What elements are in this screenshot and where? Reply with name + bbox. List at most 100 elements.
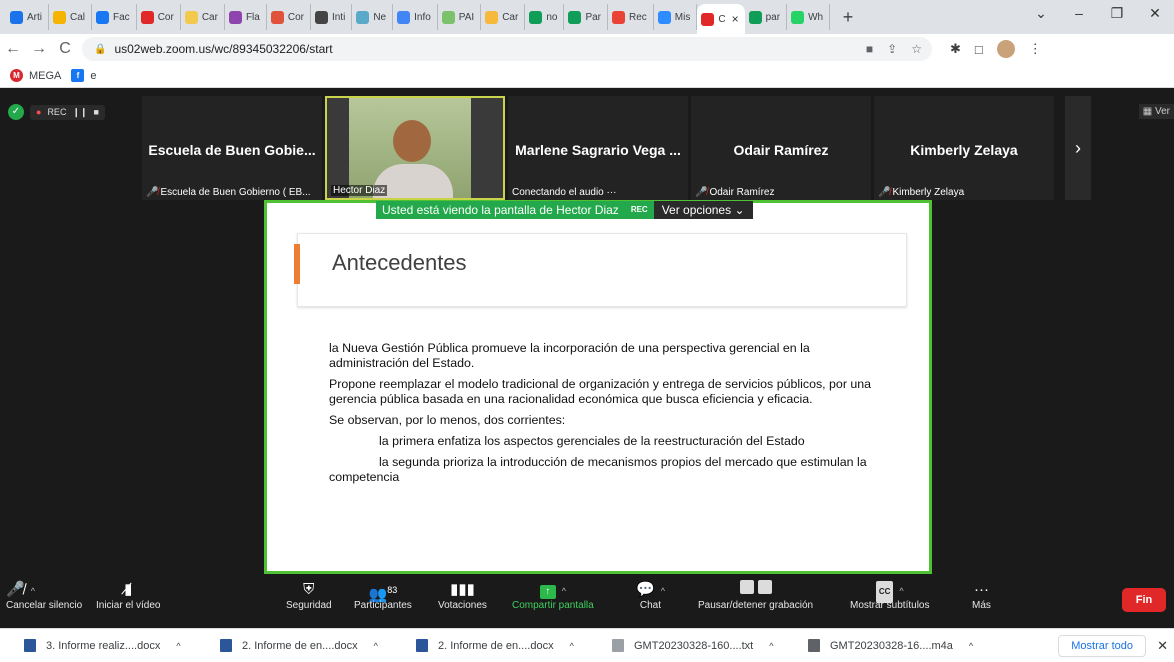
share-icon[interactable]: ⇪ [887,42,897,56]
captions-label: Mostrar subtítulos [850,600,930,611]
browser-tab[interactable]: Fac [92,4,137,30]
bookmark-item[interactable]: fe [71,69,97,82]
tab-label: Mis [674,11,691,23]
close-tab-icon[interactable]: × [732,12,739,26]
participants-count: 83 [387,585,398,595]
participant-name: Odair Ramírez [733,142,829,158]
reload-icon[interactable]: C [52,40,78,58]
participant-tile[interactable]: Marlene Sagrario Vega ... Conectando el a… [508,96,688,200]
browser-tab[interactable]: no [525,4,565,30]
participant-tile[interactable]: Hector Diaz [325,96,505,200]
profile-avatar[interactable] [996,40,1015,58]
chat-button[interactable]: 💬 ^ Chat [636,580,665,611]
captions-button[interactable]: CC ^ Mostrar subtítulos [850,580,929,611]
download-item[interactable]: 2. Informe de en....docx ^ [220,639,416,652]
share-screen-button[interactable]: ↑ ^ Compartir pantalla [512,580,594,611]
polls-label: Votaciones [438,600,487,611]
browser-tab[interactable]: Fla [225,4,267,30]
browser-tab[interactable]: Cal [49,4,93,30]
polls-button[interactable]: ▮▮▮ Votaciones [438,580,487,611]
chevron-down-icon: ⌄ [734,203,745,217]
bookmark-label: e [90,69,97,82]
viewing-rec-label: REC [624,201,654,219]
extensions-icon[interactable]: ✱ [950,41,961,57]
chevron-up-icon[interactable]: ^ [661,586,665,596]
stop-icon[interactable]: ■ [94,107,99,117]
participant-tile[interactable]: Escuela de Buen Gobie... 🎤̸ Escuela de Bue… [142,96,322,200]
browser-tab[interactable]: PAI [438,4,482,30]
bookmark-favicon-icon: f [71,69,85,82]
chevron-up-icon[interactable]: ^ [899,586,903,596]
close-window-icon[interactable]: ✕ [1136,0,1174,26]
browser-tab[interactable]: Wh [787,4,831,30]
chevron-up-icon[interactable]: ^ [562,586,566,596]
browser-tab[interactable]: Mis [654,4,698,30]
participant-tile[interactable]: Kimberly Zelaya 🎤̸ Kimberly Zelaya [874,96,1054,200]
bookmark-item[interactable]: M MEGA [10,69,61,82]
tab-label: Fla [245,11,260,23]
download-filename: 2. Informe de en....docx [242,639,358,652]
new-tab-icon[interactable]: + [838,7,858,28]
download-item[interactable]: GMT20230328-16....m4a ^ [808,639,1004,652]
address-bar[interactable]: 🔒 us02web.zoom.us/wc/89345032206/start ■… [82,37,932,61]
forward-icon[interactable]: → [26,40,52,58]
browser-tab[interactable]: Cor [137,4,181,30]
camera-icon[interactable]: ■ [866,42,873,56]
more-button[interactable]: ··· Más [972,580,991,611]
file-icon [612,639,624,652]
browser-tab[interactable]: Inti [311,4,353,30]
participants-button[interactable]: 👥83 Participantes [354,580,412,611]
browser-tab[interactable]: Car [181,4,225,30]
restore-icon[interactable]: ❐ [1098,0,1136,26]
download-item[interactable]: 3. Informe realiz....docx ^ [24,639,220,652]
chevron-up-icon[interactable]: ^ [769,641,773,651]
view-options-button[interactable]: Ver opciones ⌄ [653,201,753,219]
browser-tab[interactable]: C × [697,4,745,34]
download-item[interactable]: 2. Informe de en....docx ^ [416,639,612,652]
view-options-label: Ver opciones [661,203,732,217]
browser-tab[interactable]: Cor [267,4,311,30]
more-label: Más [972,600,991,611]
download-item[interactable]: GMT20230328-160....txt ^ [612,639,808,652]
participant-tile[interactable]: Odair Ramírez 🎤̸ Odair Ramírez [691,96,871,200]
tab-search-icon[interactable]: ⌄ [1022,0,1060,26]
menu-icon[interactable]: ⋮ [1029,41,1042,57]
participant-label-text: Conectando el audio ··· [512,187,617,198]
browser-tab[interactable]: Rec [608,4,654,30]
pause-icon[interactable]: ❙❙ [72,107,87,118]
view-button[interactable]: ▦ Ver [1138,104,1174,119]
tab-label: PAI [458,11,475,23]
browser-tab[interactable]: Ne [352,4,394,30]
next-page-chevron-icon[interactable]: › [1065,96,1091,200]
chevron-up-icon[interactable]: ^ [570,641,574,651]
browser-tab[interactable]: Info [393,4,438,30]
encryption-shield-icon[interactable]: ✓ [8,104,24,120]
share-screen-icon: ↑ [539,585,556,599]
lock-icon[interactable]: 🔒 [94,44,106,55]
meeting-status: ✓ ● REC ❙❙ ■ [8,104,105,120]
record-button[interactable]: Pausar/detener grabación [698,580,813,611]
security-button[interactable]: ⛨ Seguridad [286,580,332,611]
video-button[interactable]: ▮̸ Iniciar el vídeo [96,580,160,611]
sidepanel-icon[interactable]: □ [975,42,983,57]
tab-favicon-icon [53,10,66,24]
browser-tab[interactable]: Arti [6,4,49,30]
minimize-icon[interactable]: – [1060,0,1098,26]
chevron-up-icon[interactable]: ^ [374,641,378,651]
pause-recording-icon [739,580,754,594]
browser-tab[interactable]: par [745,4,788,30]
download-filename: 2. Informe de en....docx [438,639,554,652]
chevron-up-icon[interactable]: ^ [31,586,35,596]
chevron-up-icon[interactable]: ^ [969,641,973,651]
show-all-downloads-button[interactable]: Mostrar todo [1058,635,1146,657]
bookmark-star-icon[interactable]: ☆ [911,42,922,56]
recording-badge[interactable]: ● REC ❙❙ ■ [30,104,105,120]
back-icon[interactable]: ← [0,40,26,58]
end-meeting-button[interactable]: Fin [1122,588,1166,612]
tab-favicon-icon [314,10,328,24]
chevron-up-icon[interactable]: ^ [176,641,180,651]
browser-tab[interactable]: Car [481,4,526,30]
mute-button[interactable]: 🎤̸ ^ Cancelar silencio [6,580,82,611]
close-icon[interactable]: ✕ [1157,638,1168,654]
browser-tab[interactable]: Par [564,4,608,30]
